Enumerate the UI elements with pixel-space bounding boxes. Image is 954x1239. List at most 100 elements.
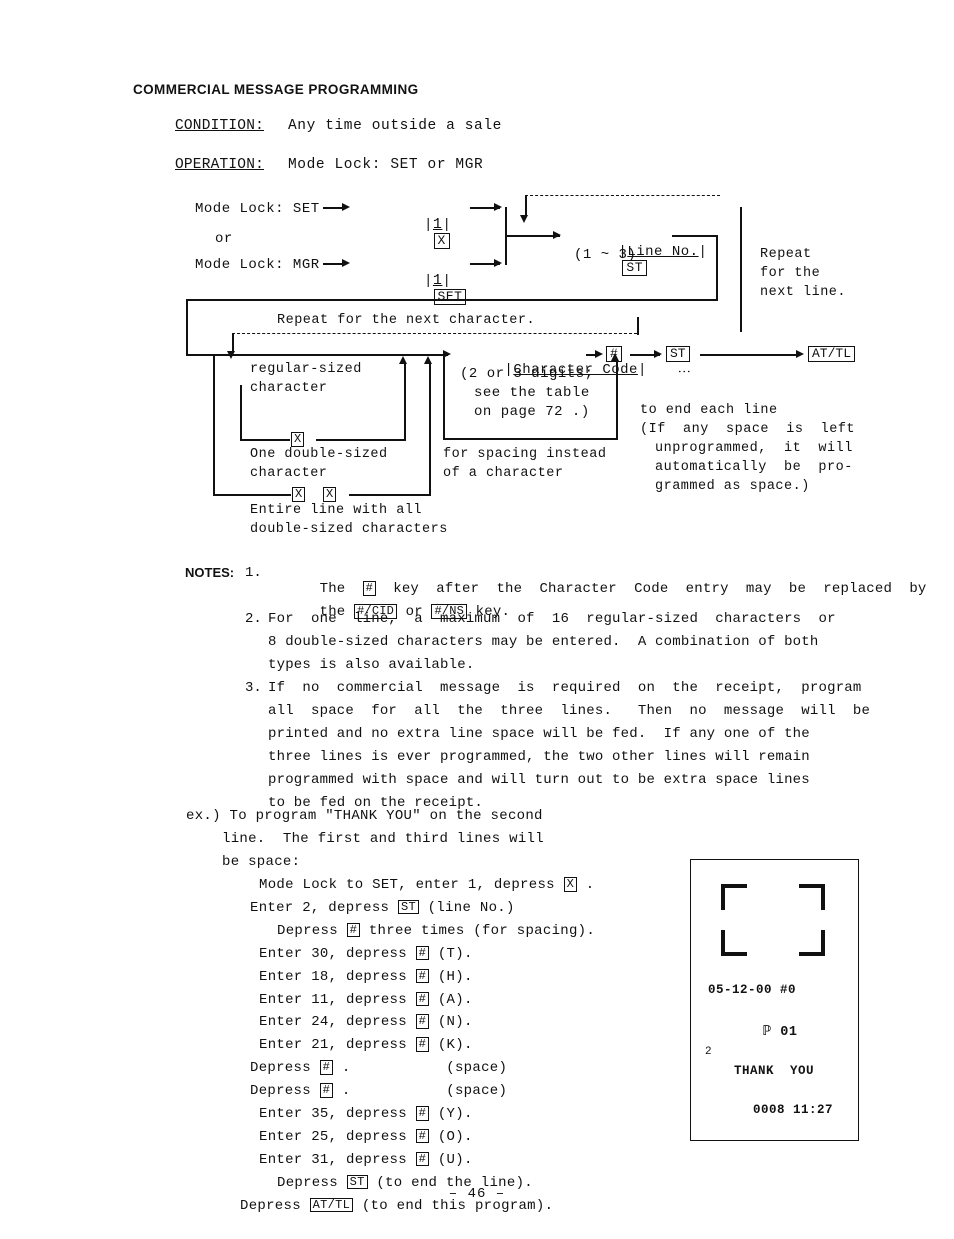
key--button[interactable]: # xyxy=(319,1083,334,1098)
receipt-date-line: 05-12-00 #0 xyxy=(708,983,797,997)
example-step: Enter 21, depress # (K). xyxy=(259,1037,473,1053)
receipt-sample: 05-12-00 #0 ℙ 01 2 THANK YOU 0008 11:27 xyxy=(690,859,859,1141)
example-step-text-post: (A). xyxy=(429,991,473,1008)
note-3-line-5: programmed with space and will turn out … xyxy=(268,772,810,788)
corner-mark-bottom-left xyxy=(721,930,747,956)
flow-char-code-note-3: on page 72 .) xyxy=(474,404,590,420)
example-step-text-pre: Enter 25, depress xyxy=(259,1128,416,1145)
example-step: Mode Lock to SET, enter 1, depress X . xyxy=(259,877,594,893)
key-x-entire-2[interactable]: X xyxy=(323,487,337,502)
condition-value: Any time outside a sale xyxy=(288,118,502,134)
digit-1: 1 xyxy=(432,216,443,233)
key-st-end-line[interactable]: ST xyxy=(666,346,690,362)
example-step-text-post: (U). xyxy=(429,1151,473,1168)
key-x-double[interactable]: X xyxy=(291,432,305,447)
key--button[interactable]: # xyxy=(415,1106,430,1121)
flow-mode-mgr: Mode Lock: MGR xyxy=(195,257,320,273)
flow-for-spacing-1: for spacing instead xyxy=(443,447,607,462)
example-step-text-post: . (space) xyxy=(333,1083,508,1100)
flow-one-double-1: One double-sized xyxy=(250,447,388,462)
key--button[interactable]: # xyxy=(415,1151,430,1167)
example-step-text-pre: Enter 35, depress xyxy=(259,1106,416,1122)
key-st-button[interactable]: ST xyxy=(397,899,419,915)
key-x-entire-1[interactable]: X xyxy=(292,487,306,502)
example-step: Depress # three times (for spacing). xyxy=(277,922,596,939)
example-step: Enter 35, depress # (Y). xyxy=(259,1106,473,1122)
example-step-text-pre: Enter 18, depress xyxy=(259,968,416,985)
key--button[interactable]: # xyxy=(415,968,430,984)
example-step-text-post: three times (for spacing). xyxy=(360,922,596,939)
key--button[interactable]: # xyxy=(415,1128,430,1144)
flow-auto-note-1: (If any space is left xyxy=(640,422,856,437)
key-x[interactable]: X xyxy=(433,233,450,249)
flow-entire-line-1: Entire line with all xyxy=(250,503,423,518)
note-3-line-1: If no commercial message is required on … xyxy=(268,680,862,696)
flowchart: Mode Lock: SET or Mode Lock: MGR |1| X |… xyxy=(0,185,954,555)
bar-left: | xyxy=(424,217,433,233)
operation-value: Mode Lock: SET or MGR xyxy=(288,157,484,173)
key--button[interactable]: # xyxy=(415,1014,430,1029)
example-step-text-pre: Enter 21, depress xyxy=(259,1037,416,1054)
key--button[interactable]: # xyxy=(415,945,430,961)
note-3-line-3: printed and no extra line space will be … xyxy=(268,726,810,742)
flow-repeat-character: Repeat for the next character. xyxy=(277,313,536,328)
flow-one-double-2: character xyxy=(250,466,328,481)
flow-or: or xyxy=(215,231,233,247)
flow-regular-sized-2: character xyxy=(250,381,328,396)
example-step-text-pre: Enter 31, depress xyxy=(259,1151,416,1168)
flow-repeat-line-1: Repeat xyxy=(760,247,812,262)
page-title: COMMERCIAL MESSAGE PROGRAMMING xyxy=(133,82,419,97)
note-1-number: 1. xyxy=(245,565,262,581)
example-step: Enter 2, depress ST (line No.) xyxy=(250,899,515,916)
example-intro-3: be space: xyxy=(222,854,301,870)
document-page: COMMERCIAL MESSAGE PROGRAMMING CONDITION… xyxy=(0,0,954,1239)
digit-1: 1 xyxy=(432,272,443,289)
key--button[interactable]: # xyxy=(415,1037,430,1052)
page-number: – 46 – xyxy=(448,1186,506,1202)
example-step-text-pre: Enter 24, depress xyxy=(259,1014,416,1031)
note-2-line-2: 8 double-sized characters may be entered… xyxy=(268,634,819,650)
flow-char-code-note-2: see the table xyxy=(474,385,590,401)
flow-repeat-line-2: for the xyxy=(760,266,821,281)
receipt-line-marker: 2 xyxy=(705,1046,713,1058)
example-step-text-post: (line No.) xyxy=(418,899,515,916)
operation-label: OPERATION: xyxy=(175,157,265,173)
example-step-text-post: . (space) xyxy=(333,1060,508,1077)
key--button[interactable]: # xyxy=(346,922,361,938)
receipt-p-line: ℙ 01 xyxy=(763,1025,798,1040)
flow-char-code-note-1: (2 or 3 digits; xyxy=(460,366,594,382)
flow-to-end-each-line: to end each line xyxy=(640,403,778,418)
flow-entire-line-2: double-sized characters xyxy=(250,522,448,537)
example-step: Enter 25, depress # (O). xyxy=(259,1128,473,1145)
key-at-tl[interactable]: AT/TL xyxy=(808,346,856,362)
example-step: Depress # . (space) xyxy=(250,1083,507,1099)
bar-right: | xyxy=(698,244,708,260)
example-step-text-pre: Enter 11, depress xyxy=(259,991,416,1008)
key-set[interactable]: SET xyxy=(433,289,467,305)
example-step-text-pre: Enter 2, depress xyxy=(250,899,398,916)
flow-auto-note-2: unprogrammed, it will xyxy=(655,441,853,456)
example-step: Enter 30, depress # (T). xyxy=(259,945,473,962)
note-3-line-4: three lines is ever programmed, the two … xyxy=(268,749,810,765)
corner-mark-top-right xyxy=(799,884,825,910)
example-step-text-post: . xyxy=(577,877,595,893)
bar-left: | xyxy=(424,273,433,289)
example-step-text-pre: Depress xyxy=(250,1083,320,1100)
key--button[interactable]: # xyxy=(319,1060,334,1075)
example-step-text-pre: Depress xyxy=(277,922,347,939)
flow-line-no-range: (1 ~ 3) xyxy=(574,247,637,263)
example-step-text-pre: Mode Lock to SET, enter 1, depress xyxy=(259,877,564,893)
note-2-line-3: types is also available. xyxy=(268,657,475,673)
receipt-footer: 0008 11:27 xyxy=(753,1103,834,1117)
key--button[interactable]: # xyxy=(415,991,430,1007)
flow-mode-set: Mode Lock: SET xyxy=(195,201,320,217)
example-step-text-pre: Enter 30, depress xyxy=(259,945,416,962)
notes-label: NOTES: xyxy=(185,565,235,580)
bar-right: | xyxy=(442,273,452,289)
flow-for-spacing-2: of a character xyxy=(443,466,564,481)
key-x-button[interactable]: X xyxy=(563,877,578,892)
example-intro-2: line. The first and third lines will xyxy=(222,831,544,847)
corner-mark-bottom-right xyxy=(799,930,825,956)
bar-right: | xyxy=(637,362,647,378)
note-2-line-1: For one line, a maximum of 16 regular-si… xyxy=(268,611,836,627)
